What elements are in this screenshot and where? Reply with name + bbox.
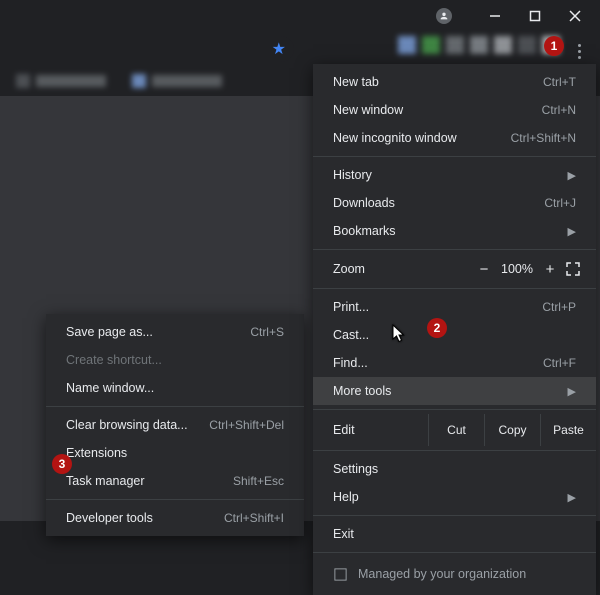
edit-cut-button[interactable]: Cut — [428, 414, 484, 446]
submenu-item-task-manager[interactable]: Task manager Shift+Esc — [46, 467, 304, 495]
extension-icon[interactable] — [422, 36, 440, 54]
edit-copy-button[interactable]: Copy — [484, 414, 540, 446]
menu-item-cast[interactable]: Cast... — [313, 321, 596, 349]
extension-icon[interactable] — [494, 36, 512, 54]
menu-item-new-window[interactable]: New window Ctrl+N — [313, 96, 596, 124]
annotation-badge-2: 2 — [427, 318, 447, 338]
bookmark-item[interactable] — [132, 74, 222, 88]
close-button[interactable] — [568, 9, 582, 23]
zoom-in-button[interactable]: + — [538, 261, 562, 278]
submenu-item-create-shortcut: Create shortcut... — [46, 346, 304, 374]
submenu-item-clear-data[interactable]: Clear browsing data... Ctrl+Shift+Del — [46, 411, 304, 439]
chrome-menu-button[interactable] — [568, 40, 590, 62]
zoom-out-button[interactable]: − — [472, 261, 496, 278]
chevron-right-icon: ▶ — [560, 491, 576, 504]
menu-item-bookmarks[interactable]: Bookmarks ▶ — [313, 217, 596, 245]
maximize-button[interactable] — [528, 9, 542, 23]
zoom-level: 100% — [496, 262, 538, 276]
menu-item-print[interactable]: Print... Ctrl+P — [313, 293, 596, 321]
menu-item-history[interactable]: History ▶ — [313, 161, 596, 189]
menu-managed-notice[interactable]: Managed by your organization — [313, 557, 596, 591]
menu-item-edit: Edit Cut Copy Paste — [313, 414, 596, 446]
chevron-right-icon: ▶ — [560, 385, 576, 398]
edit-paste-button[interactable]: Paste — [540, 414, 596, 446]
menu-item-zoom: Zoom − 100% + — [313, 254, 596, 284]
annotation-badge-3: 3 — [52, 454, 72, 474]
bookmark-star-icon[interactable]: ★ — [272, 39, 286, 59]
chevron-right-icon: ▶ — [560, 225, 576, 238]
extensions-row — [398, 36, 560, 54]
submenu-item-name-window[interactable]: Name window... — [46, 374, 304, 402]
address-bar[interactable]: ★ — [0, 36, 294, 62]
extension-icon[interactable] — [398, 36, 416, 54]
menu-item-find[interactable]: Find... Ctrl+F — [313, 349, 596, 377]
fullscreen-button[interactable] — [562, 262, 584, 276]
submenu-item-save-page[interactable]: Save page as... Ctrl+S — [46, 318, 304, 346]
menu-item-settings[interactable]: Settings — [313, 455, 596, 483]
chrome-main-menu: New tab Ctrl+T New window Ctrl+N New inc… — [313, 64, 596, 595]
menu-item-help[interactable]: Help ▶ — [313, 483, 596, 511]
building-icon — [333, 567, 348, 582]
annotation-badge-1: 1 — [544, 36, 564, 56]
more-tools-submenu: Save page as... Ctrl+S Create shortcut..… — [46, 314, 304, 536]
profile-avatar[interactable] — [436, 8, 452, 24]
menu-item-new-tab[interactable]: New tab Ctrl+T — [313, 68, 596, 96]
submenu-item-developer-tools[interactable]: Developer tools Ctrl+Shift+I — [46, 504, 304, 532]
menu-item-more-tools[interactable]: More tools ▶ — [313, 377, 596, 405]
menu-item-downloads[interactable]: Downloads Ctrl+J — [313, 189, 596, 217]
extension-icon[interactable] — [470, 36, 488, 54]
menu-item-exit[interactable]: Exit — [313, 520, 596, 548]
extension-icon[interactable] — [518, 36, 536, 54]
minimize-button[interactable] — [488, 9, 502, 23]
submenu-item-extensions[interactable]: Extensions — [46, 439, 304, 467]
extension-icon[interactable] — [446, 36, 464, 54]
mouse-cursor-icon — [392, 324, 406, 347]
menu-item-new-incognito[interactable]: New incognito window Ctrl+Shift+N — [313, 124, 596, 152]
bookmark-item[interactable] — [16, 74, 106, 88]
chevron-right-icon: ▶ — [560, 169, 576, 182]
